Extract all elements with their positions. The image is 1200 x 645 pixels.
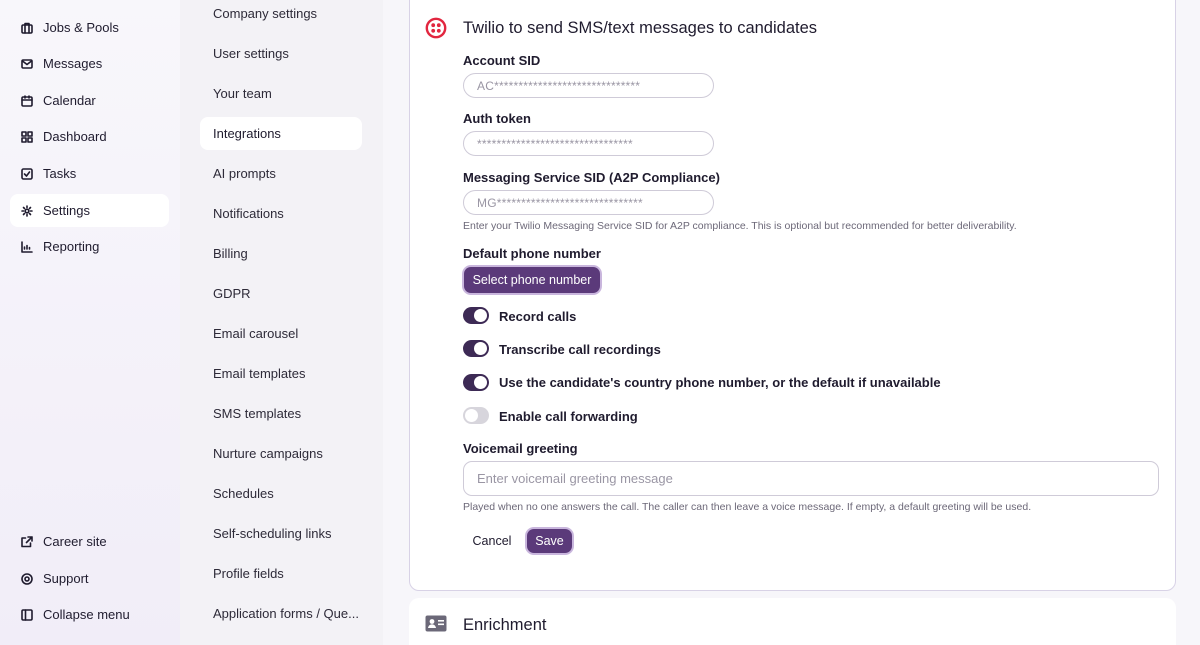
external-link-icon (21, 535, 33, 548)
dashboard-grid-icon (21, 130, 33, 143)
auth-token-input[interactable]: ******************************** (463, 131, 714, 156)
help-circle-icon (21, 572, 33, 585)
submenu-item-notifications[interactable]: Notifications (200, 197, 362, 230)
account-sid-label: Account SID (463, 53, 541, 68)
toggle-knob (465, 409, 478, 422)
calendar-icon (21, 94, 33, 107)
briefcase-icon (21, 22, 33, 34)
submenu-item-ai-prompts[interactable]: AI prompts (200, 157, 362, 190)
submenu-item-gdpr[interactable]: GDPR (200, 277, 362, 310)
record-calls-label: Record calls (499, 309, 577, 324)
id-card-icon (425, 615, 447, 632)
submenu-item-your-team[interactable]: Your team (200, 77, 362, 110)
nav-item-career-site[interactable]: Career site (10, 525, 169, 558)
nav-item-reporting[interactable]: Reporting (10, 230, 169, 263)
nav-item-label: Career site (43, 534, 107, 549)
auth-token-label: Auth token (463, 111, 531, 126)
messaging-sid-label: Messaging Service SID (A2P Compliance) (463, 170, 720, 185)
account-sid-input[interactable]: AC****************************** (463, 73, 714, 98)
submenu-item-schedules[interactable]: Schedules (200, 477, 362, 510)
default-phone-label: Default phone number (463, 246, 601, 261)
voicemail-greeting-label: Voicemail greeting (463, 441, 578, 456)
nav-item-collapse-menu[interactable]: Collapse menu (10, 598, 169, 631)
cancel-button[interactable]: Cancel (466, 528, 518, 554)
submenu-item-email-carousel[interactable]: Email carousel (200, 317, 362, 350)
submenu-item-user-settings[interactable]: User settings (200, 37, 362, 70)
submenu-item-integrations[interactable]: Integrations (200, 117, 362, 150)
voicemail-greeting-hint: Played when no one answers the call. The… (463, 501, 1032, 513)
transcribe-recordings-toggle[interactable] (463, 340, 489, 357)
call-forwarding-toggle[interactable] (463, 407, 489, 424)
nav-item-support[interactable]: Support (10, 562, 169, 595)
nav-item-label: Dashboard (43, 129, 107, 144)
nav-item-label: Tasks (43, 166, 77, 181)
nav-item-tasks[interactable]: Tasks (10, 157, 169, 190)
toggle-knob (474, 342, 487, 355)
submenu-item-self-scheduling-links[interactable]: Self-scheduling links (200, 517, 362, 550)
submenu-item-company-settings[interactable]: Company settings (200, 0, 362, 30)
nav-item-settings[interactable]: Settings (10, 194, 169, 227)
checkbox-icon (21, 167, 33, 180)
nav-item-label: Settings (43, 203, 90, 218)
nav-item-label: Reporting (43, 239, 100, 254)
nav-item-messages[interactable]: Messages (10, 47, 169, 80)
submenu-item-nurture-campaigns[interactable]: Nurture campaigns (200, 437, 362, 470)
submenu-item-sms-templates[interactable]: SMS templates (200, 397, 362, 430)
settings-submenu: Company settings User settings Your team… (180, 0, 383, 645)
submenu-item-profile-fields[interactable]: Profile fields (200, 557, 362, 590)
transcribe-recordings-label: Transcribe call recordings (499, 342, 661, 357)
twilio-card-title: Twilio to send SMS/text messages to cand… (463, 19, 818, 37)
record-calls-toggle[interactable] (463, 307, 489, 324)
call-forwarding-label: Enable call forwarding (499, 409, 638, 424)
messaging-sid-input[interactable]: MG****************************** (463, 190, 714, 215)
main-sidebar: Jobs & Pools Messages Calendar Dashboard… (0, 0, 180, 645)
nav-item-jobs-pools[interactable]: Jobs & Pools (10, 11, 169, 44)
nav-item-label: Calendar (43, 93, 96, 108)
enrichment-title: Enrichment (463, 616, 547, 634)
nav-item-label: Messages (43, 56, 103, 71)
submenu-item-application-forms[interactable]: Application forms / Que... (200, 597, 362, 630)
select-phone-number-button[interactable]: Select phone number (464, 267, 600, 293)
envelope-icon (21, 58, 33, 70)
chart-icon (21, 240, 33, 253)
country-phone-number-label: Use the candidate's country phone number… (499, 375, 941, 390)
toggle-knob (474, 376, 487, 389)
submenu-item-billing[interactable]: Billing (200, 237, 362, 270)
nav-item-label: Jobs & Pools (43, 20, 119, 35)
gear-icon (21, 204, 33, 217)
nav-item-label: Collapse menu (43, 607, 130, 622)
save-button[interactable]: Save (527, 529, 572, 553)
voicemail-greeting-input[interactable]: Enter voicemail greeting message (463, 461, 1159, 496)
nav-item-calendar[interactable]: Calendar (10, 84, 169, 117)
submenu-item-email-templates[interactable]: Email templates (200, 357, 362, 390)
nav-item-label: Support (43, 571, 89, 586)
twilio-logo-icon (425, 17, 447, 39)
toggle-knob (474, 309, 487, 322)
nav-item-dashboard[interactable]: Dashboard (10, 120, 169, 153)
country-phone-number-toggle[interactable] (463, 374, 489, 391)
collapse-sidebar-icon (21, 608, 33, 621)
messaging-sid-hint: Enter your Twilio Messaging Service SID … (463, 220, 1017, 232)
